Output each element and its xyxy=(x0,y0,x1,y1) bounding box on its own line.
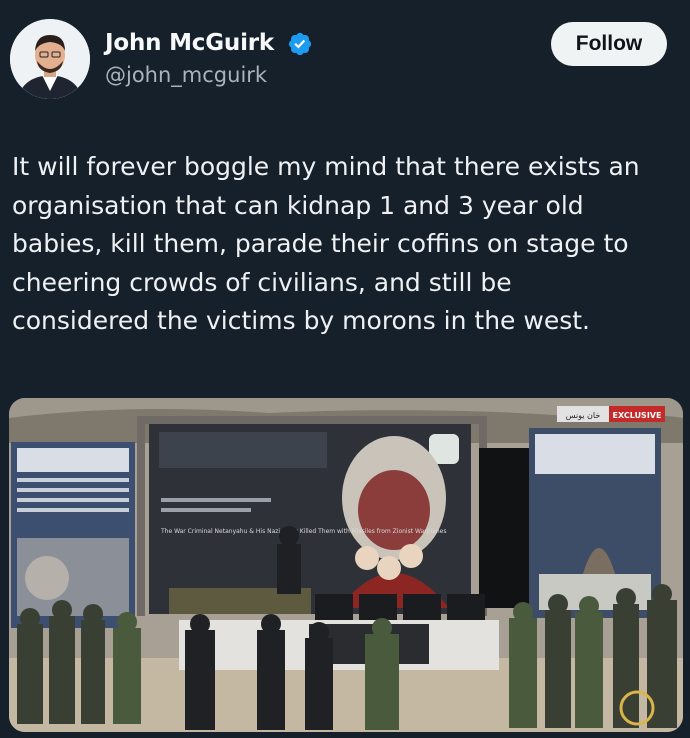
verified-badge-icon xyxy=(288,32,312,56)
tweet-media-photo[interactable]: The War Criminal Netanyahu & His Nazi Ar… xyxy=(9,398,683,732)
follow-button[interactable]: Follow xyxy=(551,22,667,66)
tweet-line: organisation that can kidnap 1 and 3 yea… xyxy=(12,190,584,220)
profile-photo-icon xyxy=(10,19,90,99)
author-handle[interactable]: @john_mcguirk xyxy=(105,63,267,87)
tweet-line: considered the victims by morons in the … xyxy=(12,306,590,335)
author-name[interactable]: John McGuirk xyxy=(105,30,274,56)
exclusive-badge: EXCLUSIVE xyxy=(613,411,662,420)
right-banner xyxy=(529,428,661,618)
author-avatar[interactable] xyxy=(10,19,90,99)
center-banner: The War Criminal Netanyahu & His Nazi Ar… xyxy=(149,424,471,614)
tweet-line: It will forever boggle my mind that ther… xyxy=(12,152,640,181)
stage-scene-image: The War Criminal Netanyahu & His Nazi Ar… xyxy=(9,398,683,732)
location-badge: خان يونس xyxy=(566,411,601,420)
tweet-line: cheering crowds of civilians, and still … xyxy=(12,267,512,297)
tweet-line: babies, kill them, parade their coffins … xyxy=(12,229,629,258)
banner-english-text: The War Criminal Netanyahu & His Nazi Ar… xyxy=(160,528,446,535)
left-banner xyxy=(11,442,135,628)
tweet-card: John McGuirk @john_mcguirk Follow It wil… xyxy=(0,0,690,738)
tweet-text: It will forever boggle my mind that ther… xyxy=(12,148,684,341)
